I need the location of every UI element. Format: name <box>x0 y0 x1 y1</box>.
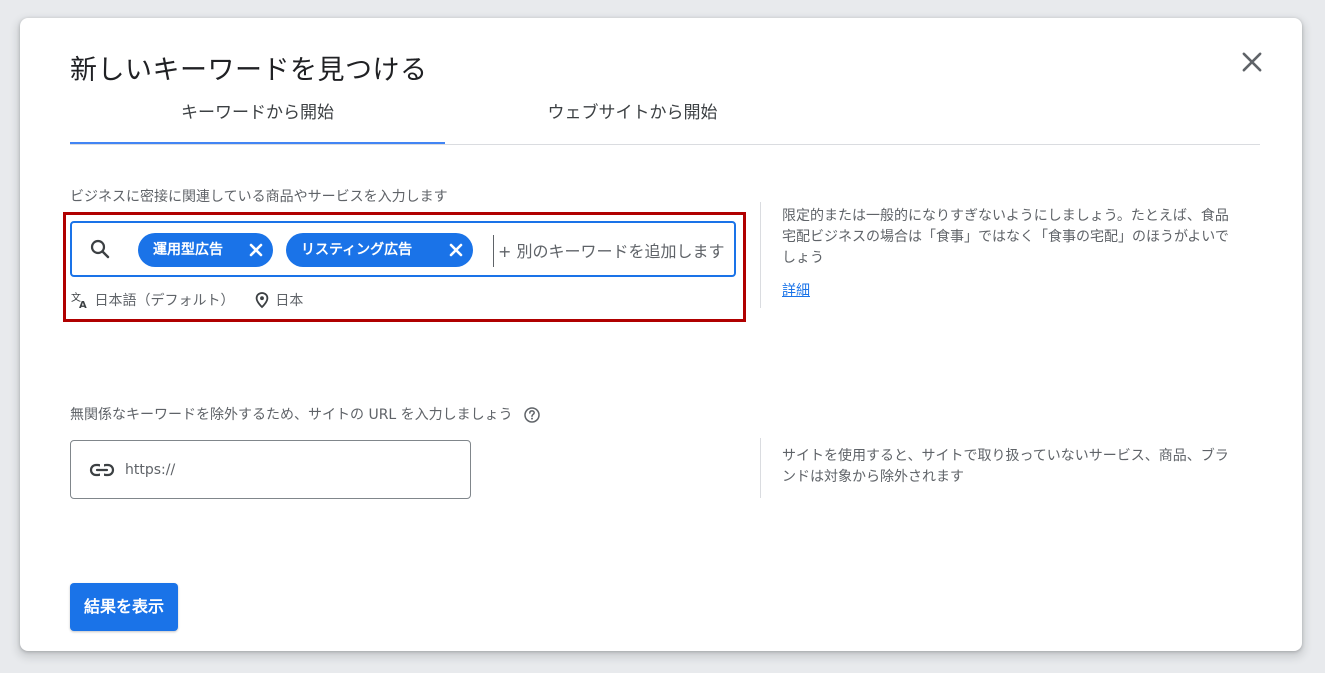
add-keyword-input[interactable] <box>493 235 742 267</box>
close-icon[interactable] <box>1238 48 1266 76</box>
help-icon[interactable] <box>523 406 541 424</box>
translate-icon: 文 A <box>71 291 87 311</box>
keyword-help-text: 限定的または一般的になりすぎないようにしましょう。たとえば、食品宅配ビジネスの場… <box>782 208 1229 266</box>
keyword-chip: リスティング広告 <box>286 233 473 267</box>
language-location-settings: 文 A 日本語（デフォルト） 日本 <box>70 290 303 311</box>
keyword-chip-label: 運用型広告 <box>153 242 223 258</box>
tab-website[interactable]: ウェブサイトから開始 <box>445 100 820 144</box>
link-icon <box>89 463 115 477</box>
remove-chip-icon[interactable] <box>247 241 265 259</box>
divider <box>760 202 761 308</box>
details-link[interactable]: 詳細 <box>782 280 810 300</box>
location-setting[interactable]: 日本 <box>275 290 303 310</box>
keyword-chip-label: リスティング広告 <box>301 242 413 258</box>
keyword-chip: 運用型広告 <box>138 233 273 267</box>
url-field-label-text: 無関係なキーワードを除外するため、サイトの URL を入力しましょう <box>70 407 513 423</box>
dialog-title: 新しいキーワードを見つける <box>70 55 428 86</box>
url-input[interactable] <box>123 456 457 484</box>
divider <box>760 438 761 498</box>
remove-chip-icon[interactable] <box>447 241 465 259</box>
url-help-text: サイトを使用すると、サイトで取り扱っていないサービス、商品、ブランドは対象から除… <box>782 448 1229 485</box>
show-results-button[interactable]: 結果を表示 <box>70 583 178 631</box>
search-icon <box>90 239 110 259</box>
keyword-input-box[interactable]: 運用型広告 リスティング広告 <box>70 221 742 277</box>
keyword-field-label: ビジネスに密接に関連している商品やサービスを入力します <box>70 189 448 205</box>
tab-keywords[interactable]: キーワードから開始 <box>70 100 445 144</box>
url-input-box[interactable] <box>70 440 471 499</box>
url-field-label: 無関係なキーワードを除外するため、サイトの URL を入力しましょう <box>70 404 541 424</box>
svg-text:A: A <box>79 300 87 310</box>
keyword-planner-dialog: 新しいキーワードを見つける キーワードから開始 ウェブサイトから開始 ビジネスに… <box>20 18 1302 651</box>
location-pin-icon <box>255 292 269 309</box>
tab-bar: キーワードから開始 ウェブサイトから開始 <box>70 100 1260 145</box>
language-setting[interactable]: 日本語（デフォルト） <box>94 290 234 310</box>
